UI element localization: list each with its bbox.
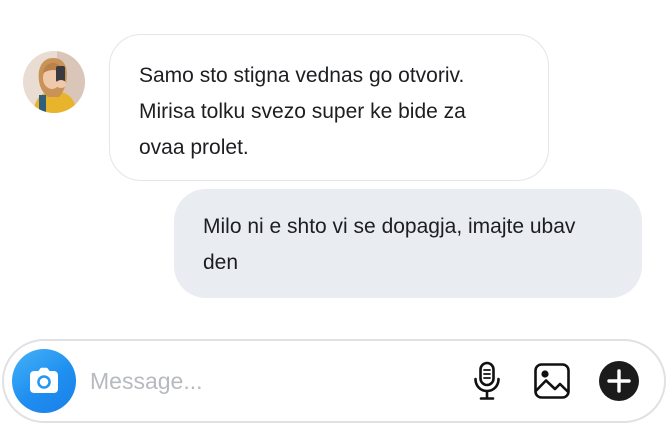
message-line: Mirisa tolku svezo super ke bide za (139, 100, 466, 123)
message-line: den (203, 251, 239, 274)
microphone-icon (474, 361, 500, 400)
message-line: Samo sto stigna vednas go otvoriv. (139, 64, 465, 87)
avatar-photo (23, 51, 85, 113)
gallery-button[interactable] (530, 359, 574, 403)
camera-button[interactable] (12, 349, 76, 413)
message-input[interactable] (90, 361, 440, 401)
message-line: ovaa prolet. (139, 136, 249, 159)
image-icon (534, 363, 570, 399)
voice-message-button[interactable] (465, 359, 509, 403)
outgoing-message-bubble[interactable]: Milo ni e shto vi se dopagja, imajte uba… (174, 189, 642, 298)
add-button[interactable] (597, 359, 641, 403)
chat-thread: Samo sto stigna vednas go otvoriv. Miris… (0, 0, 668, 427)
plus-circle-icon (599, 361, 639, 401)
message-line: Milo ni e shto vi se dopagja, imajte uba… (203, 215, 576, 238)
message-composer (2, 339, 666, 423)
incoming-message-bubble[interactable]: Samo sto stigna vednas go otvoriv. Miris… (109, 34, 549, 181)
camera-icon (30, 367, 58, 393)
avatar[interactable] (23, 51, 85, 113)
